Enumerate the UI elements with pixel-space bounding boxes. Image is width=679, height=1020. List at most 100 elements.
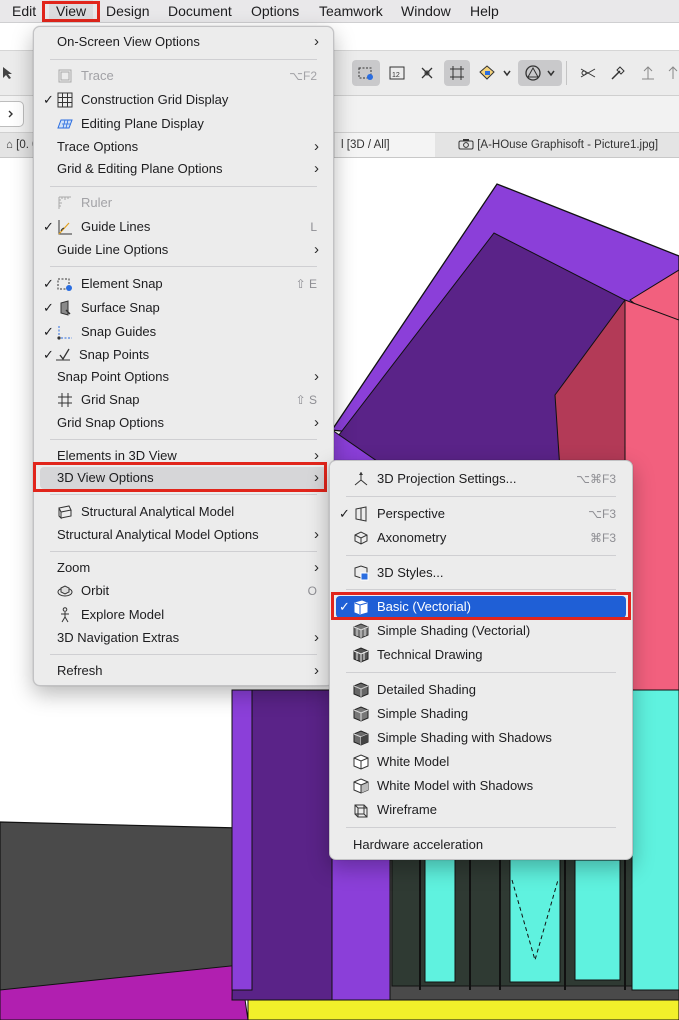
snap-point-icon[interactable]: [414, 60, 440, 86]
menu-item-refresh[interactable]: Refresh ›: [40, 660, 327, 682]
menu-item-grid-snap[interactable]: Grid Snap ⇧ S: [40, 389, 327, 411]
trace-icon: [56, 67, 74, 85]
camera-icon: [458, 139, 477, 151]
align-icon[interactable]: [660, 60, 679, 86]
menu-item-trace[interactable]: Trace ⌥F2: [40, 65, 327, 87]
menu-item-3d-view-options[interactable]: 3D View Options ›: [40, 467, 327, 489]
wireframe-icon: [352, 801, 370, 819]
menu-separator: [50, 654, 317, 655]
checkmark-icon: ✓: [43, 324, 54, 339]
menu-item-grid-editing-plane-options[interactable]: Grid & Editing Plane Options ›: [40, 158, 327, 180]
checkmark-icon: ✓: [43, 92, 54, 107]
menu-item-simple-shading-with-shadows[interactable]: Simple Shading with Shadows: [336, 727, 626, 749]
menu-item-guide-lines[interactable]: ✓ Guide Lines L: [40, 216, 327, 238]
ruler-icon: [56, 194, 74, 212]
menu-item-hardware-acceleration[interactable]: Hardware acceleration: [336, 834, 626, 856]
menu-window[interactable]: Window: [394, 0, 458, 22]
intersection-icon[interactable]: [575, 60, 601, 86]
menu-item-3d-projection-settings[interactable]: 3D Projection Settings... ⌥⌘F3: [336, 468, 626, 490]
menu-options[interactable]: Options: [244, 0, 306, 22]
menu-item-basic-vectorial[interactable]: ✓ Basic (Vectorial): [336, 596, 626, 618]
white-model-shadows-icon: [352, 777, 370, 795]
menu-item-snap-guides[interactable]: ✓ Snap Guides: [40, 321, 327, 343]
menu-item-grid-snap-options[interactable]: Grid Snap Options ›: [40, 412, 327, 434]
menu-item-3d-navigation-extras[interactable]: 3D Navigation Extras ›: [40, 627, 327, 649]
simple-shading-shadows-icon: [352, 729, 370, 747]
menu-item-white-model[interactable]: White Model: [336, 751, 626, 773]
checkmark-icon: ✓: [43, 300, 54, 315]
arrow-tool-icon[interactable]: [0, 60, 20, 86]
checkmark-icon: ✓: [43, 276, 54, 291]
elevation-icon[interactable]: [635, 60, 661, 86]
projection-settings-icon: [352, 470, 370, 488]
menu-item-structural-analytical-model[interactable]: Structural Analytical Model: [40, 501, 327, 523]
menu-bar: Edit View Design Document Options Teamwo…: [0, 0, 679, 23]
chevron-down-icon[interactable]: [500, 60, 514, 86]
explore-model-icon: [56, 606, 74, 624]
menu-item-snap-points[interactable]: ✓ Snap Points: [40, 344, 327, 366]
menu-item-on-screen-view-options[interactable]: On-Screen View Options ›: [40, 31, 327, 53]
editing-plane-toolbar-icon[interactable]: [474, 60, 500, 86]
menu-item-axonometry[interactable]: Axonometry ⌘F3: [336, 527, 626, 549]
3d-view-options-submenu: 3D Projection Settings... ⌥⌘F3 ✓ Perspec…: [329, 460, 633, 860]
measure-icon[interactable]: 12: [384, 60, 410, 86]
perspective-icon: [352, 505, 370, 523]
chevron-right-icon: ›: [314, 526, 319, 543]
surface-toolbar-icon[interactable]: [518, 60, 562, 86]
menu-item-technical-drawing[interactable]: Technical Drawing: [336, 644, 626, 666]
chevron-right-icon: ›: [314, 629, 319, 646]
chevron-right-icon: ›: [314, 33, 319, 50]
menu-item-simple-shading-vectorial[interactable]: Simple Shading (Vectorial): [336, 620, 626, 642]
menu-design[interactable]: Design: [99, 0, 157, 22]
menu-separator: [50, 439, 317, 440]
checkmark-icon: ✓: [43, 219, 54, 234]
menu-item-elements-in-3d-view[interactable]: Elements in 3D View ›: [40, 445, 327, 467]
menu-item-surface-snap[interactable]: ✓ Surface Snap: [40, 297, 327, 319]
snap-guides-icon: [56, 323, 74, 341]
menu-item-editing-plane-display[interactable]: Editing Plane Display: [40, 113, 327, 135]
menu-edit[interactable]: Edit: [5, 0, 43, 22]
editing-plane-icon: [56, 115, 74, 133]
menu-item-orbit[interactable]: Orbit O: [40, 580, 327, 602]
menu-item-element-snap[interactable]: ✓ Element Snap ⇧ E: [40, 273, 327, 295]
menu-separator: [346, 589, 616, 590]
chevron-right-icon: ›: [314, 662, 319, 679]
menu-separator: [50, 59, 317, 60]
menu-help[interactable]: Help: [463, 0, 506, 22]
menu-item-trace-options[interactable]: Trace Options ›: [40, 136, 327, 158]
menu-item-zoom[interactable]: Zoom ›: [40, 557, 327, 579]
menu-teamwork[interactable]: Teamwork: [312, 0, 390, 22]
chevron-right-icon: ›: [314, 414, 319, 431]
menu-separator: [346, 555, 616, 556]
chevron-right-icon: ›: [314, 138, 319, 155]
menu-item-simple-shading[interactable]: Simple Shading: [336, 703, 626, 725]
menu-item-ruler[interactable]: Ruler: [40, 192, 327, 214]
menu-item-perspective[interactable]: ✓ Perspective ⌥F3: [336, 503, 626, 525]
menu-item-guide-line-options[interactable]: Guide Line Options ›: [40, 239, 327, 261]
menu-separator: [346, 672, 616, 673]
magic-wand-icon[interactable]: [605, 60, 631, 86]
menu-item-wireframe[interactable]: Wireframe: [336, 799, 626, 821]
grid-snap-toolbar-icon[interactable]: [444, 60, 470, 86]
menu-view[interactable]: View: [49, 0, 94, 22]
technical-drawing-icon: [352, 646, 370, 664]
chevron-right-icon: ›: [314, 368, 319, 385]
menu-separator: [346, 827, 616, 828]
navigator-toggle-button[interactable]: [0, 101, 24, 127]
menu-item-explore-model[interactable]: Explore Model: [40, 604, 327, 626]
menu-item-white-model-with-shadows[interactable]: White Model with Shadows: [336, 775, 626, 797]
toolbar-separator: [566, 61, 567, 85]
guide-lines-icon: [56, 218, 74, 236]
axonometry-icon: [352, 529, 370, 547]
white-model-icon: [352, 753, 370, 771]
element-snap-toolbar-icon[interactable]: [352, 60, 380, 86]
menu-item-construction-grid-display[interactable]: ✓ Construction Grid Display: [40, 89, 327, 111]
menu-item-detailed-shading[interactable]: Detailed Shading: [336, 679, 626, 701]
menu-item-snap-point-options[interactable]: Snap Point Options ›: [40, 366, 327, 388]
menu-document[interactable]: Document: [161, 0, 239, 22]
tab-picture[interactable]: [A-HOuse Graphisoft - Picture1.jpg]: [452, 133, 679, 157]
tab-3d-view[interactable]: l [3D / All]: [335, 133, 435, 157]
menu-item-structural-analytical-model-options[interactable]: Structural Analytical Model Options ›: [40, 524, 327, 546]
menu-item-3d-styles[interactable]: 3D Styles...: [336, 562, 626, 584]
menu-separator: [50, 266, 317, 267]
